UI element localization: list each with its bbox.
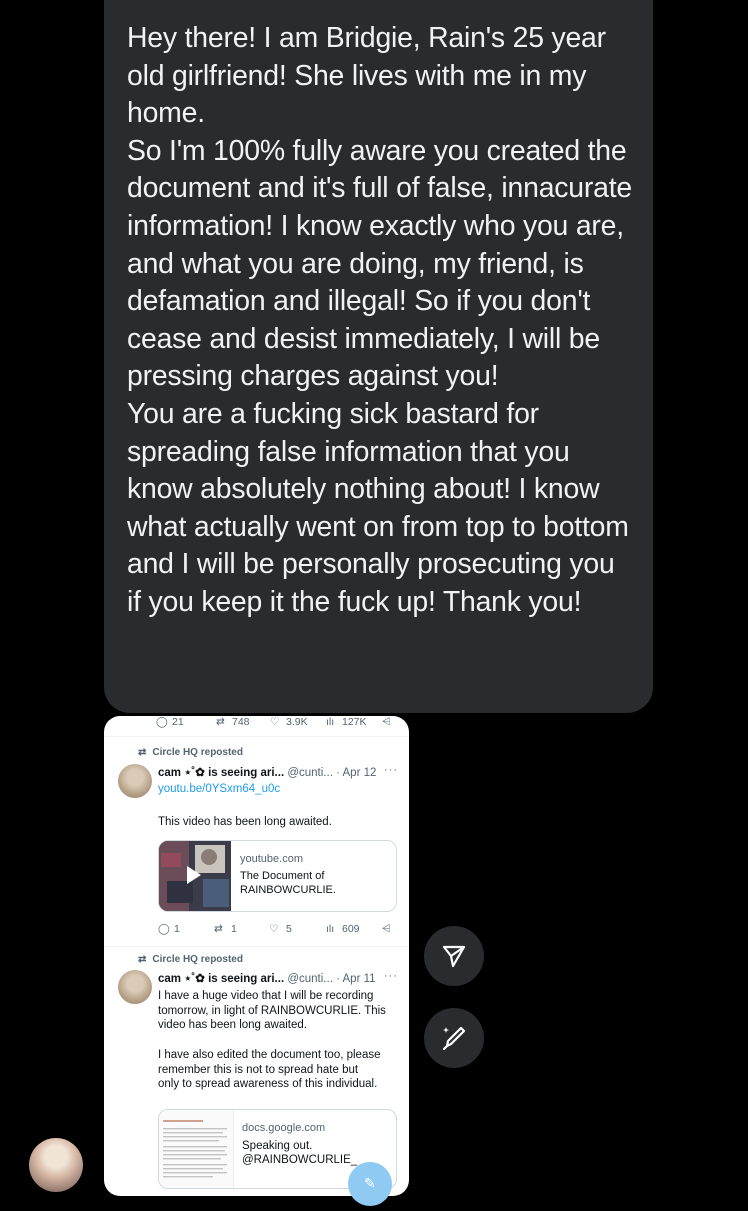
post-text-line: only to spread awareness of this individ…: [158, 1078, 378, 1091]
divider: [104, 736, 409, 737]
post-author[interactable]: cam ⋆˚✿ is seeing ari... @cunti... · Apr…: [158, 765, 376, 779]
sticker-icon: [442, 1026, 466, 1051]
share-icon: ⩤: [382, 716, 391, 728]
play-icon: [187, 866, 201, 884]
repost-label: ⇄ Circle HQ reposted: [138, 747, 243, 758]
card-domain: docs.google.com: [242, 1122, 326, 1134]
attached-screenshot[interactable]: ◯ 21 ⇄ 748 ♡ 3.9K ılı 127K ⩤ ⇄ Circle HQ …: [104, 716, 409, 1196]
compose-icon: ✎: [348, 1162, 392, 1206]
repost-count: 1: [231, 923, 237, 935]
like-icon[interactable]: ♡: [269, 923, 278, 935]
card-title: The Document of RAINBOWCURLIE.: [240, 870, 336, 896]
divider: [104, 946, 409, 947]
reply-icon: ◯: [156, 716, 168, 728]
more-icon[interactable]: ···: [384, 764, 398, 776]
repost-icon[interactable]: ⇄: [214, 923, 223, 935]
reply-count: 1: [174, 923, 180, 935]
views-icon: ılı: [326, 716, 335, 728]
view-count: 127K: [342, 716, 367, 728]
post-text: I have a huge video that I will be recor…: [158, 989, 398, 1092]
sticker-button[interactable]: [424, 1008, 484, 1068]
repost-count: 748: [232, 716, 250, 728]
like-count: 5: [286, 923, 292, 935]
more-icon[interactable]: ···: [384, 970, 398, 982]
card-domain: youtube.com: [240, 853, 303, 865]
post-text-line: tomorrow, in light of RAINBOWCURLIE. Thi…: [158, 1004, 386, 1017]
repost-label: ⇄ Circle HQ reposted: [138, 954, 243, 965]
post-author[interactable]: cam ⋆˚✿ is seeing ari... @cunti... · Apr…: [158, 971, 376, 985]
message-paragraph-1: Hey there! I am Bridgie, Rain's 25 year …: [127, 22, 606, 130]
post-text-line: remember this is not to spread hate but: [158, 1063, 359, 1076]
top-action-row: ◯ 21 ⇄ 748 ♡ 3.9K ılı 127K ⩤: [104, 716, 409, 736]
message-paragraph-2: So I'm 100% fully aware you created the …: [127, 134, 632, 393]
link-card-youtube[interactable]: youtube.com The Document of RAINBOWCURLI…: [158, 840, 397, 912]
avatar[interactable]: [118, 970, 152, 1004]
repost-icon: ⇄: [216, 716, 225, 728]
send-icon: [442, 945, 466, 968]
post-text-spacer: [158, 1033, 398, 1048]
views-icon[interactable]: ılı: [326, 923, 334, 935]
sender-avatar[interactable]: [29, 1138, 83, 1192]
repost-icon: ⇄: [138, 747, 147, 758]
document-thumbnail: [159, 1110, 234, 1188]
reply-count: 21: [172, 716, 184, 728]
view-count: 609: [342, 923, 360, 935]
like-count: 3.9K: [286, 716, 308, 728]
avatar[interactable]: [118, 764, 152, 798]
post-text-line: I have a huge video that I will be recor…: [158, 990, 374, 1002]
reply-icon[interactable]: ◯: [158, 923, 170, 935]
post-text-line: I have also edited the document too, ple…: [158, 1048, 381, 1061]
repost-icon: ⇄: [138, 954, 147, 965]
post-text: This video has been long awaited.: [158, 816, 332, 828]
post-action-row: ◯ 1 ⇄ 1 ♡ 5 ılı 609 ⩤: [104, 923, 409, 943]
video-thumbnail: [159, 841, 231, 911]
post-text-line: video has been long awaited.: [158, 1019, 307, 1032]
like-icon: ♡: [270, 716, 280, 728]
post-link[interactable]: youtu.be/0YSxm64_u0c: [158, 783, 280, 795]
send-button[interactable]: [424, 926, 484, 986]
message-bubble[interactable]: Hey there! I am Bridgie, Rain's 25 year …: [104, 0, 653, 713]
message-paragraph-3: You are a fucking sick bastard for sprea…: [127, 397, 629, 618]
share-icon[interactable]: ⩤: [382, 923, 390, 936]
svg-text:✎: ✎: [364, 1176, 376, 1192]
